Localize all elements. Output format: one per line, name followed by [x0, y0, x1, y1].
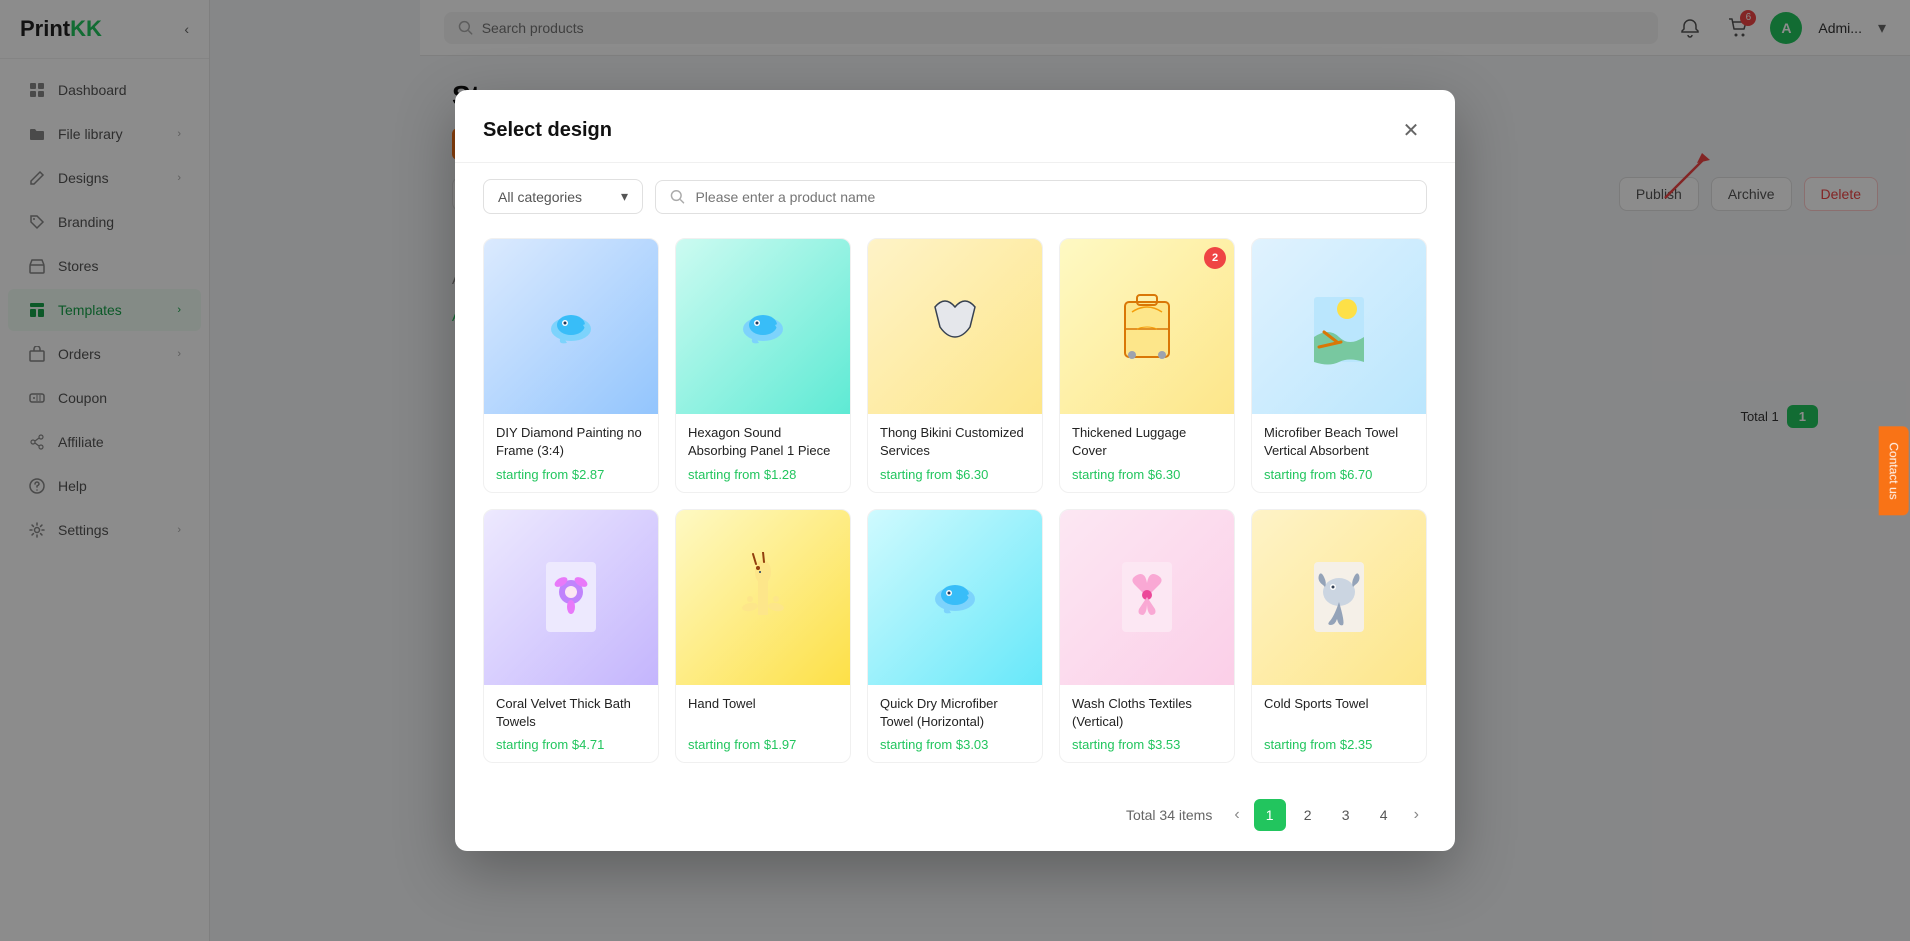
- category-label: All categories: [498, 189, 582, 205]
- page-button-1[interactable]: 1: [1254, 799, 1286, 831]
- select-design-modal: Select design ✕ All categories ▾ DIY Dia…: [455, 90, 1455, 851]
- category-select[interactable]: All categories ▾: [483, 179, 643, 214]
- product-info: Wash Cloths Textiles (Vertical) starting…: [1060, 685, 1234, 762]
- product-price: starting from $3.53: [1072, 737, 1222, 752]
- product-price: starting from $3.03: [880, 737, 1030, 752]
- product-name: Microfiber Beach Towel Vertical Absorben…: [1264, 424, 1414, 460]
- product-image: 2: [1060, 239, 1234, 414]
- product-price: starting from $1.97: [688, 737, 838, 752]
- product-info: Hand Towel starting from $1.97: [676, 685, 850, 762]
- product-name: Wash Cloths Textiles (Vertical): [1072, 695, 1222, 731]
- search-icon: [670, 189, 685, 205]
- product-info: Thong Bikini Customized Services startin…: [868, 414, 1042, 491]
- product-card-1[interactable]: DIY Diamond Painting no Frame (3:4) star…: [483, 238, 659, 492]
- product-image: [868, 239, 1042, 414]
- product-price: starting from $6.70: [1264, 467, 1414, 482]
- modal-title: Select design: [483, 119, 612, 142]
- chevron-down-icon: ▾: [621, 188, 628, 205]
- product-price: starting from $6.30: [880, 467, 1030, 482]
- product-price: starting from $1.28: [688, 467, 838, 482]
- product-card-8[interactable]: Quick Dry Microfiber Towel (Horizontal) …: [867, 509, 1043, 763]
- product-card-6[interactable]: Coral Velvet Thick Bath Towels starting …: [483, 509, 659, 763]
- product-card-10[interactable]: Cold Sports Towel starting from $2.35: [1251, 509, 1427, 763]
- contact-us-button[interactable]: Contact us: [1878, 426, 1908, 515]
- page-button-4[interactable]: 4: [1368, 799, 1400, 831]
- products-grid: DIY Diamond Painting no Frame (3:4) star…: [483, 230, 1427, 771]
- product-image: [868, 510, 1042, 685]
- page-button-2[interactable]: 2: [1292, 799, 1324, 831]
- pagination-total: Total 34 items: [1126, 807, 1212, 823]
- product-name: DIY Diamond Painting no Frame (3:4): [496, 424, 646, 460]
- modal-close-button[interactable]: ✕: [1395, 114, 1427, 146]
- product-info: Hexagon Sound Absorbing Panel 1 Piece st…: [676, 414, 850, 491]
- product-name: Thickened Luggage Cover: [1072, 424, 1222, 460]
- modal-filters: All categories ▾: [455, 163, 1455, 230]
- product-name: Quick Dry Microfiber Towel (Horizontal): [880, 695, 1030, 731]
- page-button-3[interactable]: 3: [1330, 799, 1362, 831]
- product-info: Quick Dry Microfiber Towel (Horizontal) …: [868, 685, 1042, 762]
- product-image: [1252, 239, 1426, 414]
- product-name: Thong Bikini Customized Services: [880, 424, 1030, 460]
- product-card-5[interactable]: Microfiber Beach Towel Vertical Absorben…: [1251, 238, 1427, 492]
- product-info: DIY Diamond Painting no Frame (3:4) star…: [484, 414, 658, 491]
- product-image: [484, 510, 658, 685]
- product-name: Hexagon Sound Absorbing Panel 1 Piece: [688, 424, 838, 460]
- product-price: starting from $2.35: [1264, 737, 1414, 752]
- product-price: starting from $2.87: [496, 467, 646, 482]
- product-info: Cold Sports Towel starting from $2.35: [1252, 685, 1426, 762]
- product-name: Cold Sports Towel: [1264, 695, 1414, 731]
- product-image: [484, 239, 658, 414]
- modal-header: Select design ✕: [455, 90, 1455, 163]
- product-image: [676, 510, 850, 685]
- product-image: [676, 239, 850, 414]
- products-grid-container: DIY Diamond Painting no Frame (3:4) star…: [455, 230, 1455, 787]
- product-name-input[interactable]: [695, 189, 1412, 205]
- product-name-search[interactable]: [655, 180, 1427, 214]
- pagination-prev-button[interactable]: ‹: [1226, 802, 1247, 828]
- product-info: Microfiber Beach Towel Vertical Absorben…: [1252, 414, 1426, 491]
- product-info: Coral Velvet Thick Bath Towels starting …: [484, 685, 658, 762]
- product-name: Coral Velvet Thick Bath Towels: [496, 695, 646, 731]
- product-name: Hand Towel: [688, 695, 838, 731]
- product-card-7[interactable]: Hand Towel starting from $1.97: [675, 509, 851, 763]
- modal-overlay[interactable]: Select design ✕ All categories ▾ DIY Dia…: [0, 0, 1910, 941]
- product-card-2[interactable]: Hexagon Sound Absorbing Panel 1 Piece st…: [675, 238, 851, 492]
- product-info: Thickened Luggage Cover starting from $6…: [1060, 414, 1234, 491]
- product-card-4[interactable]: 2 Thickened Luggage Cover starting from …: [1059, 238, 1235, 492]
- product-price: starting from $6.30: [1072, 467, 1222, 482]
- product-badge: 2: [1204, 247, 1226, 269]
- product-image: [1060, 510, 1234, 685]
- product-image: [1252, 510, 1426, 685]
- product-price: starting from $4.71: [496, 737, 646, 752]
- pagination-next-button[interactable]: ›: [1406, 802, 1427, 828]
- product-card-9[interactable]: Wash Cloths Textiles (Vertical) starting…: [1059, 509, 1235, 763]
- modal-footer: Total 34 items ‹ 1 2 3 4 ›: [455, 787, 1455, 851]
- product-card-3[interactable]: Thong Bikini Customized Services startin…: [867, 238, 1043, 492]
